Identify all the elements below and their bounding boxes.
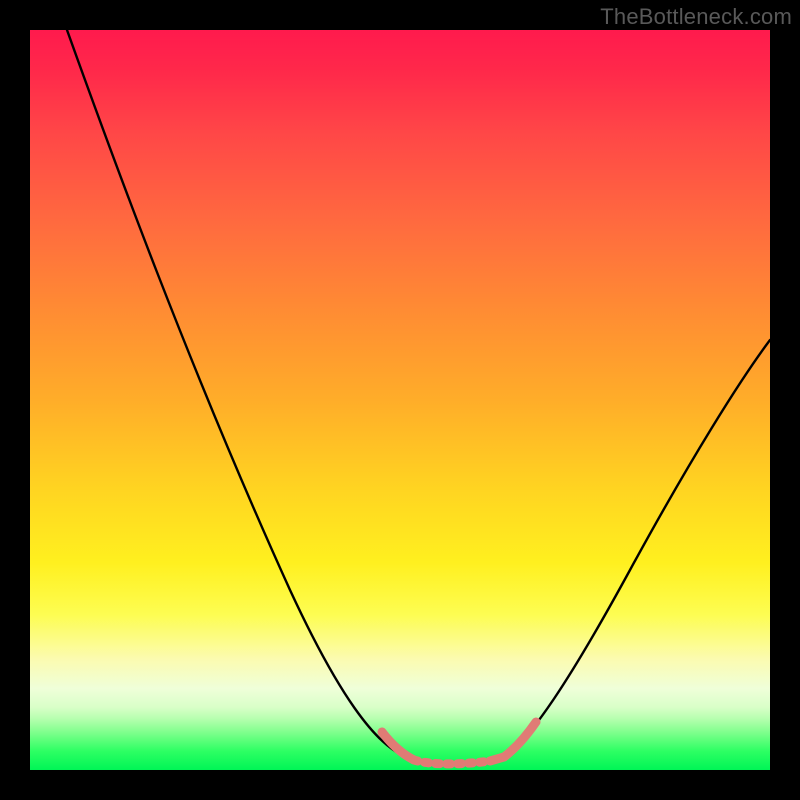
curve-accent-right (490, 722, 536, 761)
chart-frame: TheBottleneck.com (0, 0, 800, 800)
watermark-text: TheBottleneck.com (600, 4, 792, 30)
plot-area (30, 30, 770, 770)
curve-main (67, 30, 770, 764)
bottleneck-curve (30, 30, 770, 770)
curve-accent-floor (414, 760, 490, 764)
